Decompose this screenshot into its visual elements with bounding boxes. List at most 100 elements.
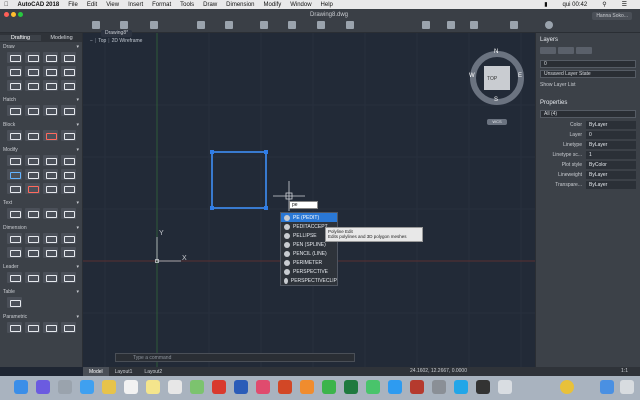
insert-block-icon[interactable] [7, 130, 22, 141]
scale-icon[interactable] [61, 169, 76, 180]
menu-tools[interactable]: Tools [180, 2, 194, 8]
constraint-bar-icon[interactable] [61, 322, 76, 333]
chrome-icon[interactable] [560, 380, 574, 394]
polygon-icon[interactable] [25, 66, 40, 77]
remove-leader-icon[interactable] [43, 272, 58, 283]
autocad-icon[interactable] [410, 380, 424, 394]
finder-icon[interactable] [14, 380, 28, 394]
command-line[interactable]: Type a command [115, 353, 355, 362]
viewcube-top-label[interactable]: TOP [487, 76, 497, 82]
menu-view[interactable]: View [106, 2, 119, 8]
menu-insert[interactable]: Insert [128, 2, 143, 8]
plot-preview-icon[interactable] [288, 21, 296, 29]
prop-value[interactable]: ByLayer [586, 171, 636, 179]
app-store-icon[interactable] [388, 380, 402, 394]
section-header[interactable]: Draw ▾ [3, 43, 79, 50]
app-menu[interactable]: AutoCAD 2018 [18, 2, 60, 8]
point-icon[interactable] [7, 80, 22, 91]
minimize-window-dot[interactable] [11, 12, 16, 17]
spline-icon[interactable] [61, 66, 76, 77]
tab-layout2[interactable]: Layout2 [138, 367, 168, 376]
menu-file[interactable]: File [68, 2, 78, 8]
attribute-icon[interactable] [61, 130, 76, 141]
rectangle-icon[interactable] [61, 52, 76, 63]
selected-rectangle[interactable] [210, 150, 268, 210]
clock[interactable]: qui 00:42 [563, 2, 588, 8]
suggestion-perspectiveclip[interactable]: PERSPECTIVECLIP [281, 276, 337, 285]
calendar-icon[interactable] [124, 380, 138, 394]
activity-monitor-icon[interactable] [476, 380, 490, 394]
pan-icon[interactable] [422, 21, 430, 29]
rotate-icon[interactable] [25, 155, 40, 166]
text-style-icon[interactable] [25, 208, 40, 219]
layer-properties-button[interactable] [540, 47, 556, 54]
siri-icon[interactable] [36, 380, 50, 394]
prop-value[interactable]: ByLayer [586, 141, 636, 149]
menu-draw[interactable]: Draw [203, 2, 217, 8]
single-line-text-icon[interactable] [43, 208, 58, 219]
match-properties-icon[interactable] [317, 21, 325, 29]
align-leader-icon[interactable] [61, 272, 76, 283]
aligned-dim-icon[interactable] [25, 233, 40, 244]
gradient-icon[interactable] [25, 105, 40, 116]
stretch-icon[interactable] [43, 169, 58, 180]
excel-icon[interactable] [344, 380, 358, 394]
ellipse-icon[interactable] [43, 66, 58, 77]
chevron-icon[interactable]: ▾ [76, 122, 79, 128]
prop-value[interactable]: 0 [586, 131, 636, 139]
suggestion-perspective[interactable]: PERSPECTIVE [281, 267, 337, 276]
menu-list-icon[interactable]: ☰ [622, 1, 627, 8]
menu-dimension[interactable]: Dimension [226, 2, 254, 8]
viewcube-north[interactable]: N [494, 49, 498, 55]
prop-layer[interactable]: Layer 0 [536, 130, 640, 140]
section-header[interactable]: Dimension ▾ [3, 224, 79, 231]
radius-dim-icon[interactable] [61, 233, 76, 244]
prop-plot-style[interactable]: Plot style ByColor [536, 160, 640, 170]
trim-icon[interactable] [43, 155, 58, 166]
menu-window[interactable]: Window [290, 2, 311, 8]
launchpad-icon[interactable] [58, 380, 72, 394]
dimensional-constraint-icon[interactable] [43, 322, 58, 333]
circle-icon[interactable] [43, 52, 58, 63]
erase-icon[interactable] [25, 183, 40, 194]
messages-icon[interactable] [366, 380, 380, 394]
viewcube-west[interactable]: W [469, 73, 475, 79]
make-current-button[interactable] [558, 47, 574, 54]
zoom-icon[interactable] [447, 21, 455, 29]
new-icon[interactable] [92, 21, 100, 29]
undo-icon[interactable] [197, 21, 205, 29]
safari-icon[interactable] [80, 380, 94, 394]
chevron-icon[interactable]: ▾ [76, 289, 79, 295]
preview-icon[interactable] [498, 380, 512, 394]
baseline-dim-icon[interactable] [7, 247, 22, 258]
viewports-icon[interactable] [510, 21, 518, 29]
table-icon[interactable] [7, 297, 22, 308]
viewcube-east[interactable]: E [518, 73, 522, 79]
prop-transparency[interactable]: Transpare... ByLayer [536, 180, 640, 190]
revcloud-icon[interactable] [61, 80, 76, 91]
tab-layout1[interactable]: Layout1 [109, 367, 139, 376]
orbit-icon[interactable] [470, 21, 478, 29]
match-layer-button[interactable] [576, 47, 592, 54]
auto-constrain-icon[interactable] [7, 322, 22, 333]
word-icon[interactable] [234, 380, 248, 394]
prop-value[interactable]: ByLayer [586, 121, 636, 129]
prop-value[interactable]: ByColor [586, 161, 636, 169]
xline-icon[interactable] [43, 80, 58, 91]
prop-value[interactable]: ByLayer [586, 181, 636, 189]
ray-icon[interactable] [25, 80, 40, 91]
redo-icon[interactable] [225, 21, 233, 29]
help-icon[interactable] [545, 21, 553, 29]
menu-format[interactable]: Format [152, 2, 171, 8]
search-icon[interactable]: ⚲ [602, 1, 606, 8]
array-icon[interactable] [7, 183, 22, 194]
explode-icon[interactable] [61, 183, 76, 194]
prop-value[interactable]: 1 [586, 151, 636, 159]
prop-linetype-scale[interactable]: Linetype sc... 1 [536, 150, 640, 160]
menu-help[interactable]: Help [321, 2, 333, 8]
prop-lineweight[interactable]: Lineweight ByLayer [536, 170, 640, 180]
chevron-icon[interactable]: ▾ [76, 314, 79, 320]
hatch-icon[interactable] [7, 105, 22, 116]
suggestion-pencil-line[interactable]: PENCIL (LINE) [281, 249, 337, 258]
downloads-icon[interactable] [600, 380, 614, 394]
